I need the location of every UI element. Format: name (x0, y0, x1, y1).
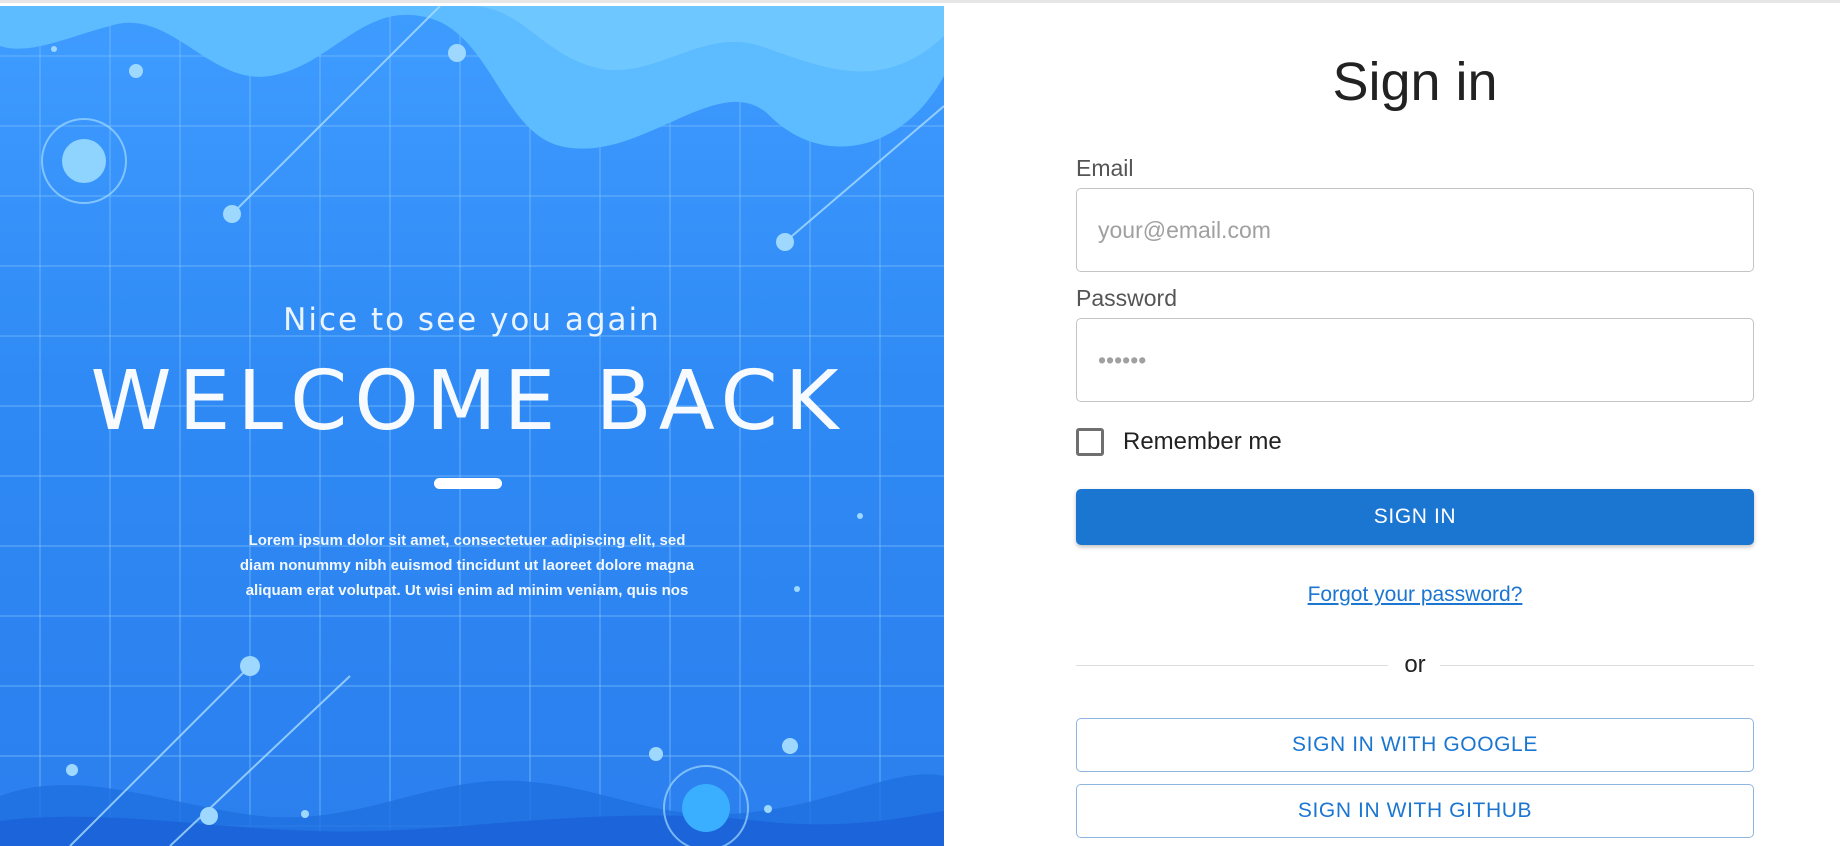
hero-body-line: diam nonummy nibh euismod tincidunt ut l… (239, 557, 695, 574)
password-label: Password (1076, 285, 1177, 311)
sign-in-with-github-button[interactable]: SIGN IN WITH GITHUB (1076, 784, 1754, 838)
sign-in-with-google-button[interactable]: SIGN IN WITH GOOGLE (1076, 718, 1754, 772)
forgot-password-link[interactable]: Forgot your password? (1308, 583, 1523, 606)
page-title: Sign in (1332, 52, 1498, 112)
hero-body-text: Lorem ipsum dolor sit amet, consectetuer… (210, 528, 724, 603)
welcome-hero-panel: Nice to see you again WELCOME BACK Lorem… (0, 6, 944, 846)
hero-subtitle: Nice to see you again (283, 302, 661, 338)
or-divider: or (1076, 651, 1754, 679)
email-label: Email (1076, 155, 1134, 181)
hero-divider-bar (434, 478, 502, 489)
remember-me-row[interactable]: Remember me (1076, 428, 1282, 456)
forgot-password-row: Forgot your password? (1076, 583, 1754, 607)
hero-body-line: Lorem ipsum dolor sit amet, consectetuer… (248, 532, 686, 549)
remember-me-checkbox[interactable] (1076, 428, 1104, 456)
sign-in-page: Nice to see you again WELCOME BACK Lorem… (0, 0, 1840, 846)
hero-body-line: aliquam erat volutpat. Ut wisi enim ad m… (245, 582, 689, 599)
email-field[interactable] (1076, 188, 1754, 272)
password-field[interactable] (1076, 318, 1754, 402)
hero-title: WELCOME BACK (90, 354, 846, 449)
remember-me-label: Remember me (1123, 428, 1282, 455)
divider-text: or (1404, 651, 1426, 678)
sign-in-button[interactable]: SIGN IN (1076, 489, 1754, 545)
